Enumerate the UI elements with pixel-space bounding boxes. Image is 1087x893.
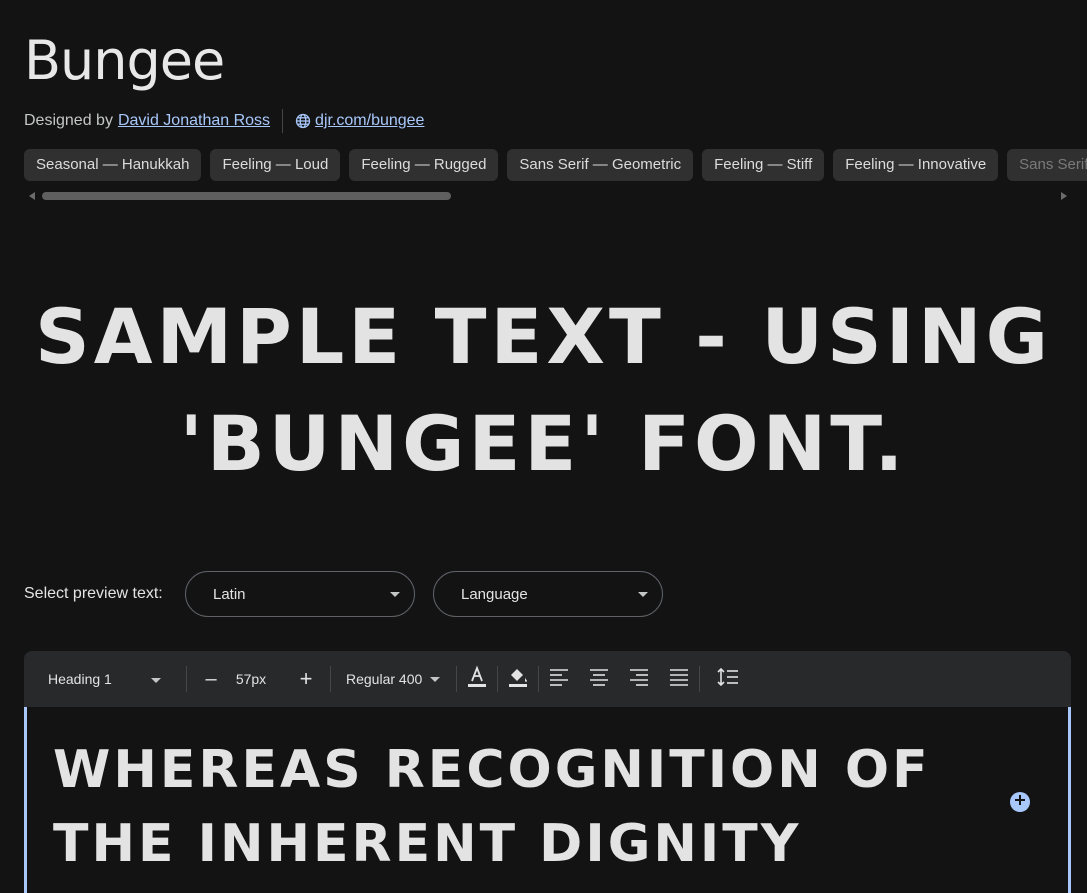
sample-text: SAMPLE TEXT - USING 'BUNGEE' FONT. bbox=[0, 283, 1087, 497]
align-center-button[interactable] bbox=[583, 663, 615, 695]
toolbar-divider bbox=[538, 666, 540, 692]
scroll-left-icon[interactable] bbox=[29, 192, 35, 200]
align-justify-icon bbox=[669, 668, 689, 691]
font-weight-value: Regular 400 bbox=[346, 671, 423, 687]
script-select-value: Latin bbox=[213, 585, 246, 603]
add-icon bbox=[1014, 793, 1026, 811]
text-color-button[interactable] bbox=[461, 663, 493, 695]
tag-chip[interactable]: Feeling — Stiff bbox=[702, 149, 825, 181]
line-height-icon bbox=[717, 667, 739, 692]
toolbar-divider bbox=[699, 666, 701, 692]
designer-link[interactable]: David Jonathan Ross bbox=[118, 112, 270, 130]
chevron-down-icon bbox=[430, 676, 441, 682]
chevron-down-icon bbox=[151, 678, 161, 683]
toolbar-divider bbox=[497, 666, 499, 692]
tag-list: Seasonal — Hanukkah Feeling — Loud Feeli… bbox=[24, 149, 1087, 181]
chevron-down-icon bbox=[390, 592, 400, 597]
font-weight-select[interactable]: Regular 400 bbox=[346, 671, 441, 687]
globe-icon bbox=[295, 113, 311, 129]
tag-chip[interactable]: Feeling — Loud bbox=[210, 149, 341, 181]
editor-text[interactable]: WHEREAS RECOGNITION OF THE INHERENT DIGN… bbox=[53, 733, 931, 881]
align-right-button[interactable] bbox=[623, 663, 655, 695]
language-select-value: Language bbox=[461, 585, 528, 603]
tag-scrollbar[interactable] bbox=[24, 190, 1072, 202]
chevron-down-icon bbox=[638, 592, 648, 597]
decrease-size-button[interactable]: – bbox=[195, 663, 227, 695]
tag-chip[interactable]: Feeling — Innovative bbox=[833, 149, 999, 181]
tag-chip[interactable]: Sans Serif bbox=[1007, 149, 1087, 181]
editor-text-line: WHEREAS RECOGNITION OF bbox=[53, 740, 931, 800]
script-select[interactable]: Latin bbox=[185, 571, 415, 617]
toolbar-divider bbox=[186, 666, 187, 692]
align-left-button[interactable] bbox=[543, 663, 575, 695]
toolbar-divider bbox=[456, 666, 458, 692]
align-right-icon bbox=[629, 668, 649, 691]
add-button[interactable] bbox=[1010, 792, 1030, 812]
align-justify-button[interactable] bbox=[663, 663, 695, 695]
line-height-button[interactable] bbox=[712, 663, 744, 695]
align-center-icon bbox=[589, 668, 609, 691]
scrollbar-thumb[interactable] bbox=[42, 192, 451, 200]
tag-chip[interactable]: Seasonal — Hanukkah bbox=[24, 149, 202, 181]
align-left-icon bbox=[549, 668, 569, 691]
scroll-right-icon[interactable] bbox=[1061, 192, 1067, 200]
highlight-color-icon bbox=[507, 665, 529, 694]
text-color-icon bbox=[466, 664, 488, 694]
sample-text-line: 'BUNGEE' FONT. bbox=[179, 399, 908, 488]
designer-line: Designed by David Jonathan Ross djr.com/… bbox=[24, 109, 424, 133]
increase-size-button[interactable]: + bbox=[290, 663, 322, 695]
preview-editor[interactable]: WHEREAS RECOGNITION OF THE INHERENT DIGN… bbox=[24, 707, 1071, 893]
editor-toolbar: Heading 1 – 57px + Regular 400 bbox=[24, 651, 1071, 707]
font-size-value[interactable]: 57px bbox=[231, 671, 271, 687]
editor-text-line: THE INHERENT DIGNITY bbox=[53, 814, 802, 874]
sample-text-line: SAMPLE TEXT - USING bbox=[34, 292, 1053, 381]
website-link[interactable]: djr.com/bungee bbox=[315, 112, 424, 130]
language-select[interactable]: Language bbox=[433, 571, 663, 617]
font-title: Bungee bbox=[24, 29, 225, 92]
highlight-color-button[interactable] bbox=[502, 663, 534, 695]
tag-chip[interactable]: Feeling — Rugged bbox=[349, 149, 499, 181]
toolbar-divider bbox=[330, 666, 331, 692]
preview-text-label: Select preview text: bbox=[24, 585, 163, 602]
text-style-value: Heading 1 bbox=[48, 671, 112, 687]
tag-chip[interactable]: Sans Serif — Geometric bbox=[507, 149, 694, 181]
byline-divider bbox=[282, 109, 284, 133]
designed-by-label: Designed by bbox=[24, 112, 113, 129]
text-style-select[interactable]: Heading 1 bbox=[48, 671, 161, 687]
